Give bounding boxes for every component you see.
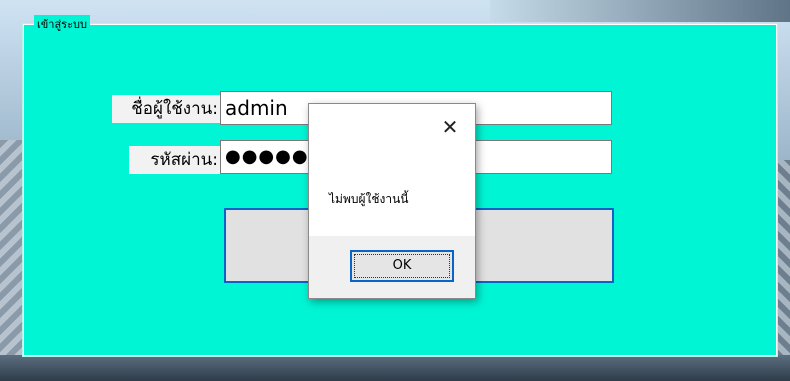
close-icon[interactable]: ✕ [439, 116, 461, 138]
message-box-footer: OK [309, 236, 475, 298]
message-box: ✕ ไม่พบผู้ใช้งานนี้ OK [308, 103, 476, 299]
login-group-title: เข้าสู่ระบบ [34, 15, 90, 33]
background-bottom [0, 355, 790, 381]
message-text: ไม่พบผู้ใช้งานนี้ [329, 192, 409, 206]
ok-button[interactable]: OK [350, 250, 454, 282]
username-label: ชื่อผู้ใช้งาน: [112, 95, 222, 123]
password-label: รหัสผ่าน: [129, 146, 222, 174]
screen: เข้าสู่ระบบ ชื่อผู้ใช้งาน: admin รหัสผ่า… [0, 0, 790, 381]
background-sky [490, 0, 790, 22]
